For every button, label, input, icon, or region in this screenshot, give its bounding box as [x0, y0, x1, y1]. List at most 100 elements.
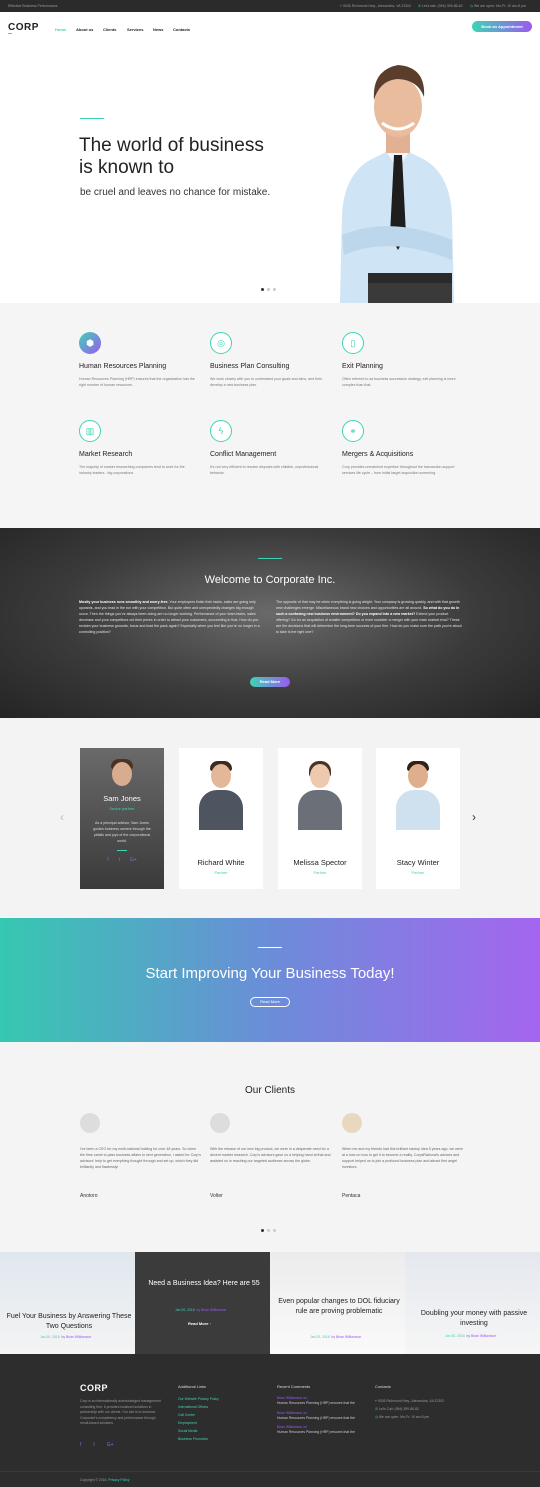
bolt-icon: ϟ	[210, 420, 232, 442]
footer: CORP Corp is an internationally acknowle…	[0, 1354, 540, 1487]
client-name: Pentaca	[342, 1193, 361, 1199]
hero-slider-dots[interactable]	[261, 278, 279, 296]
team-card-melissa-spector[interactable]: Melissa Spector Partner	[278, 748, 362, 889]
google-plus-icon[interactable]: G+	[130, 857, 137, 863]
service-text: Corp provides unmatched expertise throug…	[342, 465, 455, 475]
hero-title-line1: The world of business	[79, 135, 264, 156]
slider-dot[interactable]	[261, 1229, 264, 1232]
footer-link[interactable]: Employment	[178, 1419, 219, 1427]
arrow-right-icon: ›	[209, 1321, 211, 1326]
nav-item-contacts[interactable]: Contacts	[173, 27, 190, 32]
blog-read-more[interactable]: Read More ›	[188, 1321, 211, 1326]
chevron-right-icon[interactable]: ›	[472, 810, 476, 824]
contact-address: ⌖ 9026 Richmond Hwy., Alexandria, VA 223…	[375, 1399, 444, 1403]
facebook-icon[interactable]: f	[107, 857, 108, 863]
banner-accent-line	[258, 947, 282, 948]
hero-subtitle: be cruel and leaves no chance for mistak…	[80, 187, 271, 198]
nav-item-about[interactable]: About us	[76, 27, 93, 32]
hours-text: ◷ We are open: Mn-Fr: 10 am-8 pm	[470, 4, 526, 8]
service-text: We work closely with you to understand y…	[210, 377, 323, 387]
nav-item-services[interactable]: Services	[127, 27, 143, 32]
footer-link[interactable]: Social Media	[178, 1427, 219, 1435]
tagline: Effective Business Performance	[8, 4, 58, 8]
blog-title: Even popular changes to DOL fiduciary ru…	[278, 1298, 400, 1315]
blog-tile-featured[interactable]: Need a Business Idea? Here are 55 Jan 20…	[135, 1252, 270, 1354]
avatar	[199, 758, 243, 830]
slider-dot[interactable]	[273, 1229, 276, 1232]
service-title: Human Resources Planning	[79, 363, 167, 370]
clients-section: Our Clients I've been a CEO for my multi…	[0, 1042, 540, 1252]
facebook-icon[interactable]: f	[80, 1442, 81, 1448]
nav-item-home[interactable]: Home	[55, 27, 66, 32]
service-item: ▯ Exit Planning Often referred to as bus…	[342, 332, 460, 388]
clients-slider-dots[interactable]	[261, 1219, 279, 1237]
blog-title: Doubling your money with passive investi…	[420, 1310, 528, 1327]
hero-title-line2: is known to	[79, 157, 175, 178]
clients-title: Our Clients	[244, 1085, 295, 1096]
footer-link[interactable]: Our Website Privacy Policy	[178, 1395, 219, 1403]
hero-accent-line	[80, 118, 104, 119]
comment-item[interactable]: Brian Williamson on Human Resources Plann…	[277, 1425, 367, 1436]
footer-about: Corp is an internationally acknowledged …	[80, 1399, 161, 1425]
welcome-accent-line	[258, 558, 282, 559]
twitter-icon[interactable]: t	[119, 857, 120, 863]
member-role: Partner	[313, 870, 327, 875]
blog-tile[interactable]: Fuel Your Business by Answering These Tw…	[0, 1252, 135, 1354]
member-name: Richard White	[197, 858, 245, 867]
contacts-title: Contacts	[375, 1384, 391, 1389]
service-title: Exit Planning	[342, 363, 383, 370]
google-plus-icon[interactable]: G+	[107, 1442, 114, 1448]
footer-logo[interactable]: CORP	[80, 1383, 108, 1393]
social-links: f t G+	[80, 857, 164, 863]
team-card-sam-jones[interactable]: Sam Jones Senior partner As a principal …	[80, 748, 164, 889]
welcome-section: Welcome to Corporate Inc. Mostly your bu…	[0, 528, 540, 718]
slider-dot[interactable]	[267, 288, 270, 291]
member-role: Partner	[214, 870, 228, 875]
team-card-richard-white[interactable]: Richard White Partner	[179, 748, 263, 889]
banner-read-more-button[interactable]: Read More	[250, 997, 290, 1007]
hero-man-image	[340, 65, 454, 303]
cta-banner: Start Improving Your Business Today! Rea…	[0, 918, 540, 1042]
logo[interactable]: CORP	[8, 22, 39, 33]
book-appointment-button[interactable]: Book an Appointment	[472, 21, 532, 32]
client-name: Volter	[210, 1193, 223, 1199]
blog-tile[interactable]: Doubling your money with passive investi…	[405, 1252, 540, 1354]
copyright: Copyright © 2016. Privacy Policy	[80, 1478, 130, 1482]
slider-dot[interactable]	[261, 288, 264, 291]
card-divider	[117, 850, 127, 851]
team-card-stacy-winter[interactable]: Stacy Winter Partner	[376, 748, 460, 889]
slider-dot[interactable]	[273, 288, 276, 291]
service-title: Mergers & Acquisitions	[342, 451, 414, 458]
service-text: Human Resources Planning (HRP) ensures t…	[79, 377, 195, 387]
member-bio: As a principal advisor, Sam Jones guides…	[93, 821, 151, 843]
recent-comments: Brian Williamson on Human Resources Plann…	[277, 1396, 367, 1436]
slider-dot[interactable]	[267, 1229, 270, 1232]
welcome-col1: Mostly your business runs smoothly and w…	[79, 600, 260, 634]
footer-link[interactable]: Business Promotion	[178, 1435, 219, 1443]
client-quote: With the release of our new big product,…	[210, 1147, 331, 1163]
nav-item-news[interactable]: News	[153, 27, 163, 32]
avatar	[100, 756, 144, 796]
comment-item[interactable]: Brian Williamson on Human Resources Plann…	[277, 1411, 367, 1422]
service-item: ◎ Business Plan Consulting We work close…	[210, 332, 328, 388]
footer-link[interactable]: Call Centre	[178, 1411, 219, 1419]
footer-divider	[0, 1471, 540, 1472]
welcome-read-more-button[interactable]: Read More	[250, 677, 290, 687]
blog-meta: Jan 20, 2016 by Brian Williamson	[40, 1335, 92, 1339]
contact-phone: ✆ Let's Call: (954) 399-86-82	[375, 1407, 419, 1411]
privacy-link[interactable]: Privacy Policy	[108, 1478, 129, 1482]
service-title: Market Research	[79, 451, 133, 458]
nav-item-clients[interactable]: Clients	[103, 27, 116, 32]
footer-link[interactable]: International Offices	[178, 1403, 219, 1411]
blog-tile[interactable]: Even popular changes to DOL fiduciary ru…	[270, 1252, 405, 1354]
chevron-left-icon[interactable]: ‹	[60, 810, 64, 824]
comment-item[interactable]: Brian Williamson on Human Resources Plann…	[277, 1396, 367, 1407]
service-text: It's not very efficient to resolve dispu…	[210, 465, 319, 475]
services-section: ⬢ Human Resources Planning Human Resourc…	[0, 303, 540, 528]
logo-accent	[8, 33, 12, 34]
member-role: Senior partner	[109, 806, 135, 811]
twitter-icon[interactable]: t	[93, 1442, 94, 1448]
service-item: ⬢ Human Resources Planning Human Resourc…	[79, 332, 197, 388]
blog-title: Fuel Your Business by Answering These Tw…	[6, 1313, 132, 1330]
client-avatar	[342, 1113, 362, 1133]
